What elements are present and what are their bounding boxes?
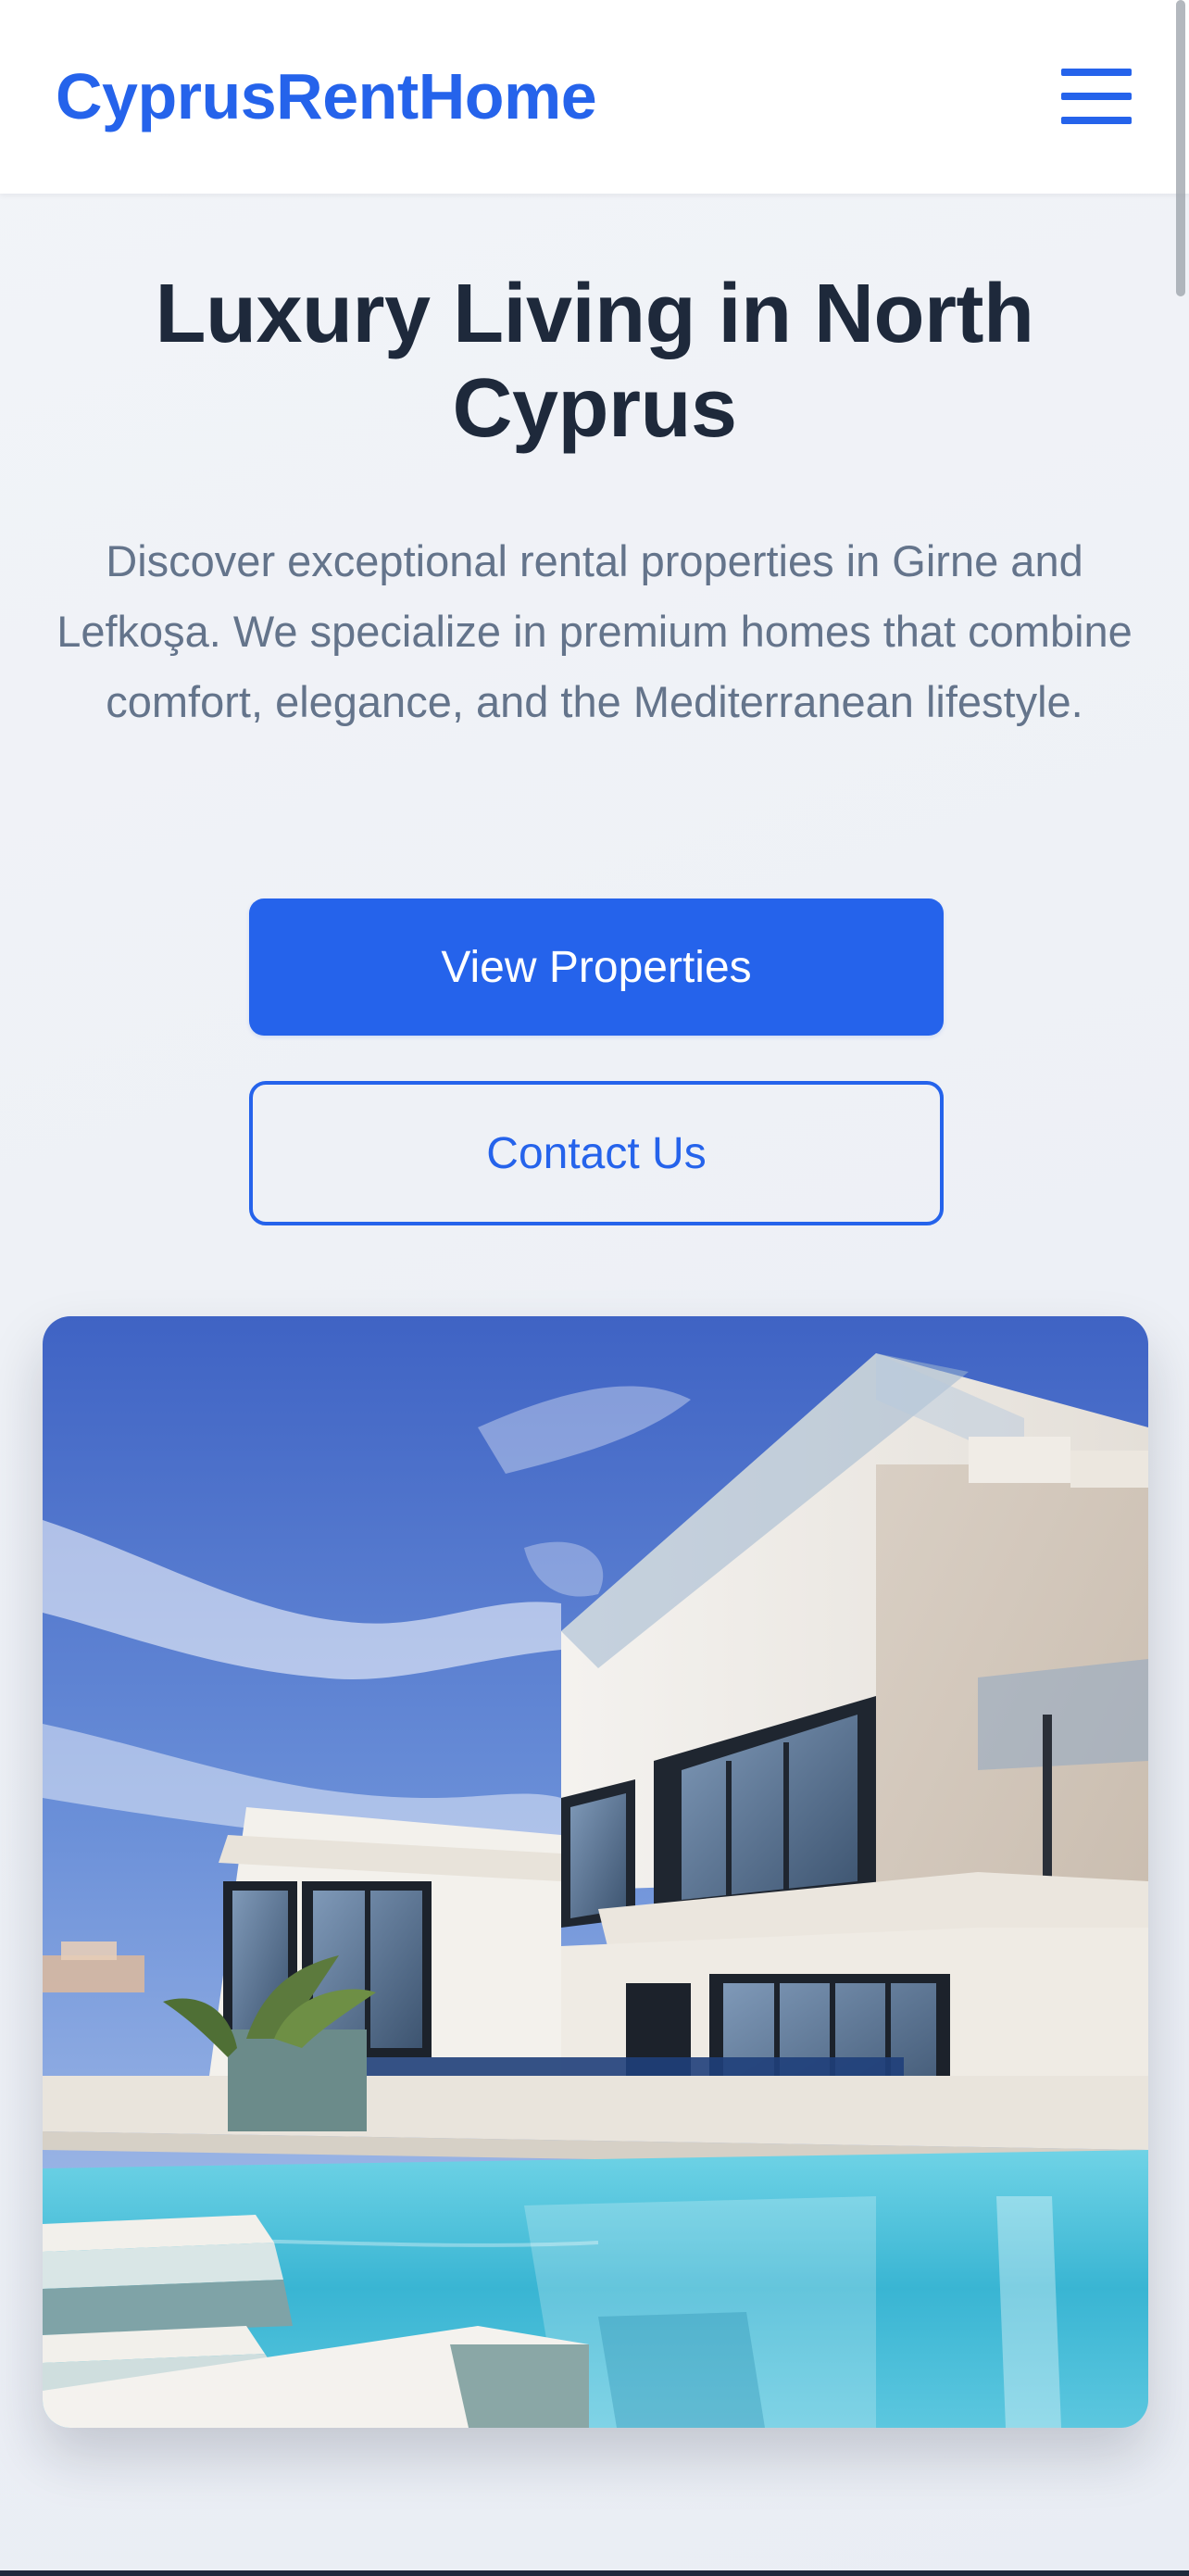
- view-properties-button[interactable]: View Properties: [249, 898, 944, 1036]
- menu-line: [1061, 93, 1132, 100]
- bottom-edge-bar: [0, 2570, 1189, 2576]
- menu-line: [1061, 69, 1132, 76]
- hero-description: Discover exceptional rental properties i…: [56, 536, 1133, 726]
- villa-illustration: [43, 1316, 1148, 2428]
- hero-villa-image: [43, 1316, 1148, 2428]
- page: CyprusRentHome Luxury Living in North Cy…: [0, 0, 1189, 2576]
- hamburger-menu-icon[interactable]: [1056, 63, 1137, 130]
- site-header: CyprusRentHome: [0, 0, 1189, 194]
- menu-line: [1061, 117, 1132, 124]
- scrollbar-thumb[interactable]: [1176, 0, 1185, 296]
- contact-us-button[interactable]: Contact Us: [249, 1081, 944, 1225]
- brand-logo-link[interactable]: CyprusRentHome: [56, 57, 597, 135]
- hero-title: Luxury Living in North Cyprus: [155, 268, 1035, 455]
